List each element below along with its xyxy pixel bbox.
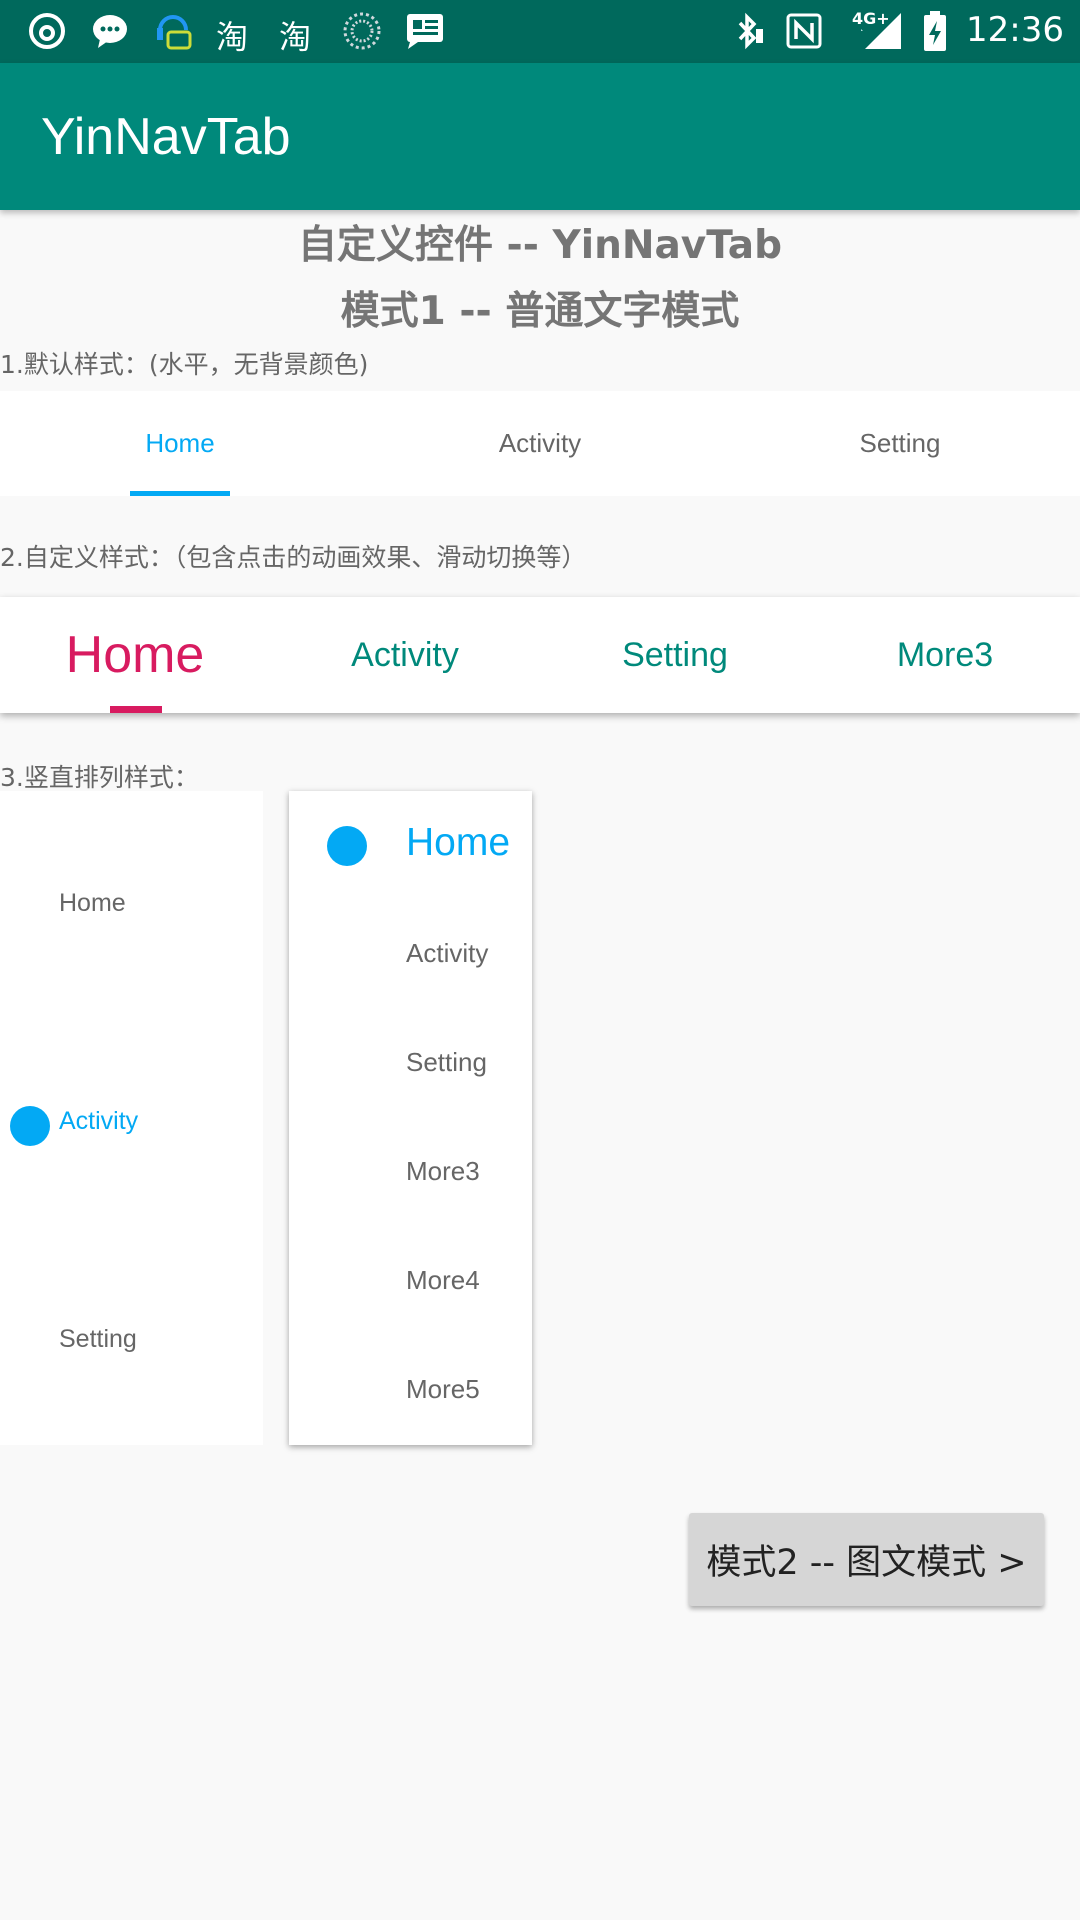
app-bar: YinNavTab bbox=[0, 63, 1080, 210]
tab-label: Activity bbox=[406, 938, 489, 968]
status-bar: 淘 淘 4G+ 12:36 bbox=[0, 0, 1080, 63]
tab-indicator bbox=[130, 491, 230, 496]
tab-activity[interactable]: Activity bbox=[0, 1009, 263, 1227]
tab-label: Setting bbox=[859, 428, 941, 458]
selected-dot-icon bbox=[10, 1106, 50, 1146]
tab-label: Setting bbox=[59, 1325, 137, 1353]
tab-activity[interactable]: Activity bbox=[270, 597, 540, 713]
tab-label: More5 bbox=[406, 1374, 480, 1404]
tab-label: Home bbox=[65, 626, 205, 684]
tab-setting[interactable]: Setting bbox=[540, 597, 810, 713]
tab-more3[interactable]: More3 bbox=[289, 1118, 532, 1227]
tab-label: Activity bbox=[498, 428, 582, 458]
app-title: YinNavTab bbox=[41, 108, 291, 166]
taobao-icon: 淘 bbox=[279, 18, 312, 56]
vertical-tab-bar-elevated: Home Activity Setting More3 More4 More5 bbox=[289, 791, 532, 1445]
battery-charging-icon bbox=[912, 8, 958, 54]
tab-indicator bbox=[110, 706, 162, 713]
support-chat-icon bbox=[150, 8, 196, 54]
page-title: 自定义控件 -- YinNavTab bbox=[297, 223, 783, 268]
tab-home[interactable]: Home bbox=[0, 791, 263, 1009]
tab-activity[interactable]: Activity bbox=[360, 391, 720, 496]
default-tab-bar: Home Activity Setting bbox=[0, 391, 1080, 496]
tab-setting[interactable]: Setting bbox=[289, 1009, 532, 1118]
section3-label: 3.竖直排列样式： bbox=[0, 763, 199, 792]
bluetooth-icon bbox=[724, 8, 770, 54]
tab-label: Home bbox=[59, 889, 126, 917]
tab-label: More3 bbox=[896, 635, 994, 674]
tab-label: More3 bbox=[406, 1156, 480, 1186]
tab-label: More4 bbox=[406, 1265, 480, 1295]
section1-label: 1.默认样式：(水平，无背景颜色) bbox=[0, 350, 369, 379]
vertical-tab-bar-plain: Home Activity Setting bbox=[0, 791, 263, 1445]
mode-subtitle: 模式1 -- 普通文字模式 bbox=[340, 289, 740, 334]
clock: 12:36 bbox=[966, 10, 1064, 50]
tab-setting[interactable]: Setting bbox=[720, 391, 1080, 496]
mode2-button-label: 模式2 -- 图文模式 > bbox=[706, 1543, 1027, 1583]
netease-music-icon bbox=[24, 8, 70, 54]
tab-label: Setting bbox=[622, 635, 728, 674]
tab-label: Home bbox=[406, 821, 511, 864]
taobao-icon: 淘 bbox=[216, 18, 249, 56]
tab-home[interactable]: Home bbox=[0, 597, 270, 713]
tab-label: Activity bbox=[351, 635, 459, 674]
nfc-icon bbox=[781, 8, 827, 54]
tab-more5[interactable]: More5 bbox=[289, 1336, 532, 1445]
tab-label: Home bbox=[145, 428, 215, 458]
mode2-button[interactable]: 模式2 -- 图文模式 > bbox=[689, 1513, 1044, 1606]
custom-tab-bar: Home Activity Setting More3 bbox=[0, 597, 1080, 713]
tab-activity[interactable]: Activity bbox=[289, 900, 532, 1009]
signal-icon bbox=[860, 8, 906, 54]
selected-dot-icon bbox=[327, 826, 367, 866]
tab-more4[interactable]: More4 bbox=[289, 1227, 532, 1336]
section2-label: 2.自定义样式：（包含点击的动画效果、滑动切换等） bbox=[0, 543, 587, 572]
message-icon bbox=[87, 8, 133, 54]
tab-setting[interactable]: Setting bbox=[0, 1227, 263, 1445]
tab-home[interactable]: Home bbox=[289, 791, 532, 900]
news-icon bbox=[402, 8, 448, 54]
tab-home[interactable]: Home bbox=[0, 391, 360, 496]
tab-more3[interactable]: More3 bbox=[810, 597, 1080, 713]
loading-icon bbox=[339, 8, 385, 54]
tab-label: Setting bbox=[406, 1047, 487, 1077]
tab-label: Activity bbox=[59, 1107, 139, 1135]
